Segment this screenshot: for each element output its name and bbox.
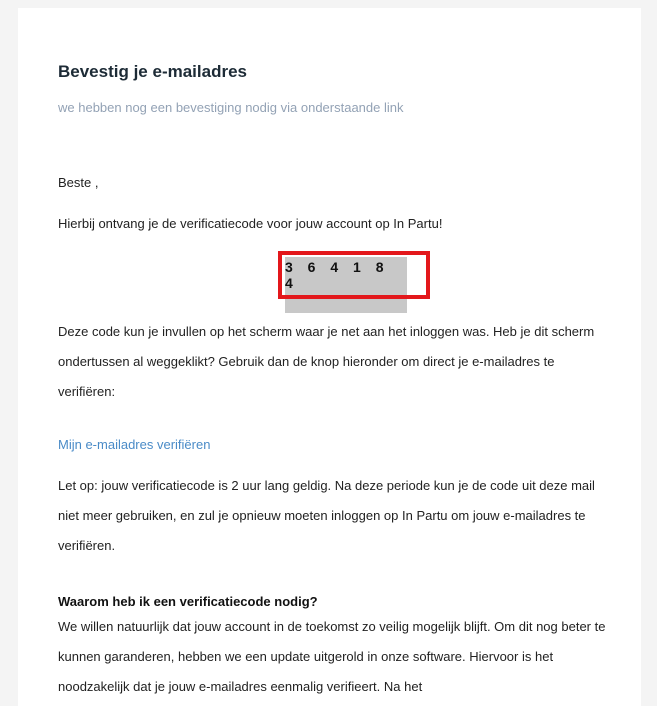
verify-email-link[interactable]: Mijn e-mailadres verifiëren (58, 437, 210, 452)
greeting-text: Beste , (58, 175, 99, 190)
email-subtitle: we hebben nog een bevestiging nodig via … (58, 100, 404, 115)
code-highlight-frame (278, 251, 430, 299)
explanation-text: Deze code kun je invullen op het scherm … (58, 324, 595, 399)
validity-notice: Let op: jouw verificatiecode is 2 uur la… (58, 478, 595, 553)
faq-heading: Waarom heb ik een verificatiecode nodig? (58, 594, 318, 609)
email-title: Bevestig je e-mailadres (58, 62, 247, 81)
email-card: Bevestig je e-mailadres we hebben nog ee… (18, 8, 641, 706)
faq-body-text: We willen natuurlijk dat jouw account in… (58, 619, 606, 694)
intro-text: Hierbij ontvang je de verificatiecode vo… (58, 216, 443, 231)
